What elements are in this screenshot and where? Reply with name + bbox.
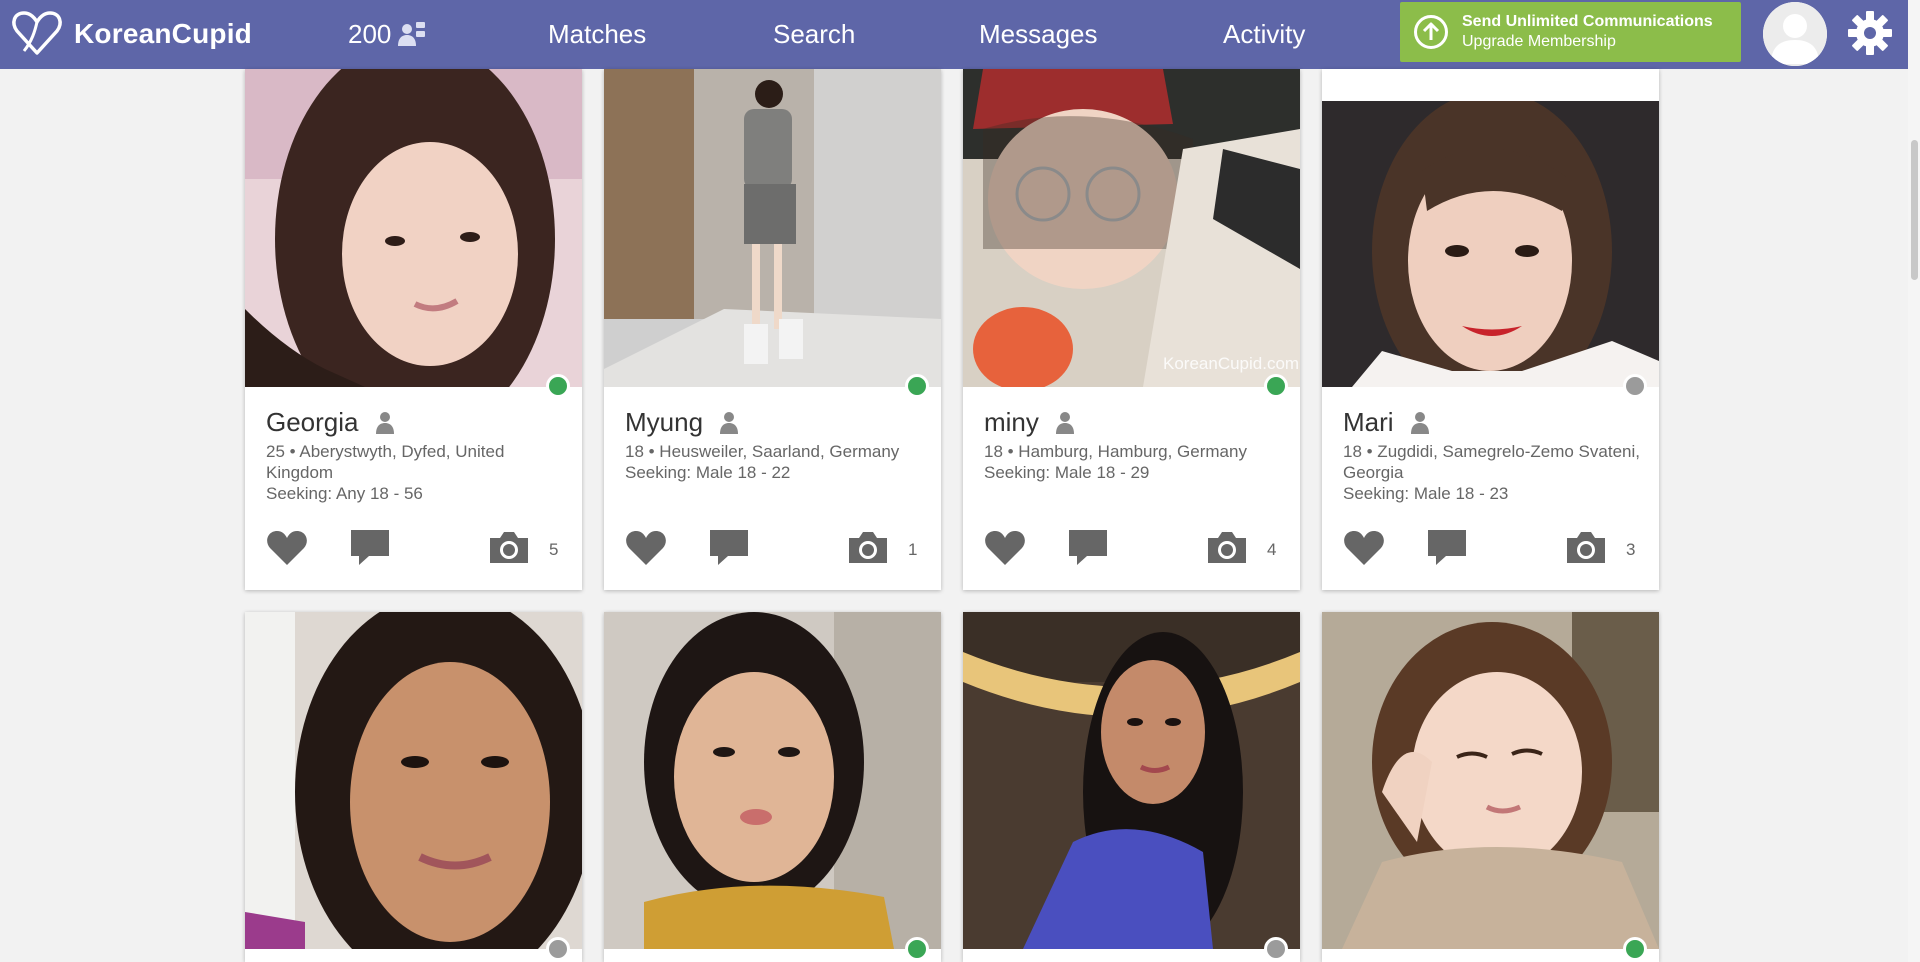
profile-photo[interactable] <box>604 69 941 387</box>
camera-icon[interactable] <box>1206 530 1248 564</box>
profile-name[interactable]: miny <box>984 407 1039 438</box>
profile-seeking: Seeking: Male 18 - 29 <box>984 463 1150 482</box>
profile-card[interactable] <box>963 612 1300 962</box>
photo-count: 3 <box>1626 540 1636 559</box>
profile-photo[interactable] <box>1322 101 1659 387</box>
top-navigation-bar: KoreanCupid 200 Matches Search Messages … <box>0 0 1908 69</box>
profile-photo[interactable] <box>1322 612 1659 949</box>
person-icon <box>720 411 739 434</box>
logo-text: KoreanCupid <box>74 18 252 49</box>
photo-count: 5 <box>549 540 559 559</box>
heart-icon[interactable] <box>625 530 667 566</box>
heart-icon[interactable] <box>1343 530 1385 566</box>
profile-card[interactable]: Georgia 25 • Aberystwyth, Dyfed, United … <box>245 69 582 590</box>
nav-matches[interactable]: Matches <box>548 14 646 54</box>
profile-location: 25 • Aberystwyth, Dyfed, United Kingdom <box>266 442 505 482</box>
online-status-indicator <box>1623 937 1647 961</box>
profile-photo[interactable] <box>963 612 1300 949</box>
user-avatar[interactable] <box>1763 2 1827 66</box>
photo-count: 1 <box>908 540 918 559</box>
nav-messages[interactable]: Messages <box>979 14 1098 54</box>
profile-card[interactable] <box>604 612 941 962</box>
photo-count: 4 <box>1267 540 1277 559</box>
gear-icon[interactable] <box>1846 9 1894 57</box>
profile-photo[interactable] <box>245 69 582 387</box>
online-status-indicator <box>905 937 929 961</box>
person-icon <box>375 411 394 434</box>
profile-card[interactable]: Mari 18 • Zugdidi, Samegrelo-Zemo Svaten… <box>1322 69 1659 590</box>
profile-card[interactable] <box>245 612 582 962</box>
offline-status-indicator <box>1264 937 1288 961</box>
profile-name[interactable]: Georgia <box>266 407 359 438</box>
nav-online-count[interactable]: 200 <box>348 14 427 54</box>
offline-status-indicator <box>546 937 570 961</box>
profile-seeking: Seeking: Any 18 - 56 <box>266 484 423 503</box>
upgrade-title: Send Unlimited Communications <box>1462 13 1713 30</box>
brand-logo[interactable]: KoreanCupid <box>10 6 252 62</box>
profile-photo[interactable] <box>604 612 941 949</box>
chat-bubble-icon[interactable] <box>349 528 391 566</box>
heart-logo-icon <box>12 11 62 55</box>
profile-location: 18 • Zugdidi, Samegrelo-Zemo Svateni, Ge… <box>1343 442 1640 482</box>
upload-arrow-icon <box>1414 15 1448 49</box>
default-avatar-icon <box>1763 2 1827 66</box>
online-count: 200 <box>348 18 392 49</box>
watermark-text: KoreanCupid.com <box>1163 354 1299 373</box>
profile-location: 18 • Hamburg, Hamburg, Germany <box>984 442 1247 461</box>
chat-bubble-icon[interactable] <box>708 528 750 566</box>
chat-bubble-icon[interactable] <box>1067 528 1109 566</box>
chat-bubble-icon[interactable] <box>1426 528 1468 566</box>
camera-icon[interactable] <box>488 530 530 564</box>
profile-seeking: Seeking: Male 18 - 23 <box>1343 484 1509 503</box>
profile-location: 18 • Heusweiler, Saarland, Germany <box>625 442 900 461</box>
heart-icon[interactable] <box>984 530 1026 566</box>
camera-icon[interactable] <box>1565 530 1607 564</box>
profile-name[interactable]: Mari <box>1343 407 1394 438</box>
profile-photo[interactable]: KoreanCupid.com <box>963 69 1300 387</box>
upgrade-membership-button[interactable]: Send Unlimited Communications Upgrade Me… <box>1400 2 1741 62</box>
profile-card[interactable]: Myung 18 • Heusweiler, Saarland, Germany… <box>604 69 941 590</box>
person-icon <box>1410 411 1429 434</box>
heart-icon[interactable] <box>266 530 308 566</box>
camera-icon[interactable] <box>847 530 889 564</box>
nav-search[interactable]: Search <box>773 14 855 54</box>
profile-photo[interactable] <box>245 612 582 949</box>
profile-card[interactable]: KoreanCupid.com miny 18 • Hamburg, Hambu… <box>963 69 1300 590</box>
person-icon <box>1055 411 1074 434</box>
profile-card[interactable] <box>1322 612 1659 962</box>
profile-seeking: Seeking: Male 18 - 22 <box>625 463 791 482</box>
nav-activity[interactable]: Activity <box>1223 14 1305 54</box>
profile-name[interactable]: Myung <box>625 407 703 438</box>
people-icon <box>398 22 426 46</box>
upgrade-subtitle: Upgrade Membership <box>1462 33 1616 50</box>
scrollbar-thumb[interactable] <box>1911 140 1918 280</box>
